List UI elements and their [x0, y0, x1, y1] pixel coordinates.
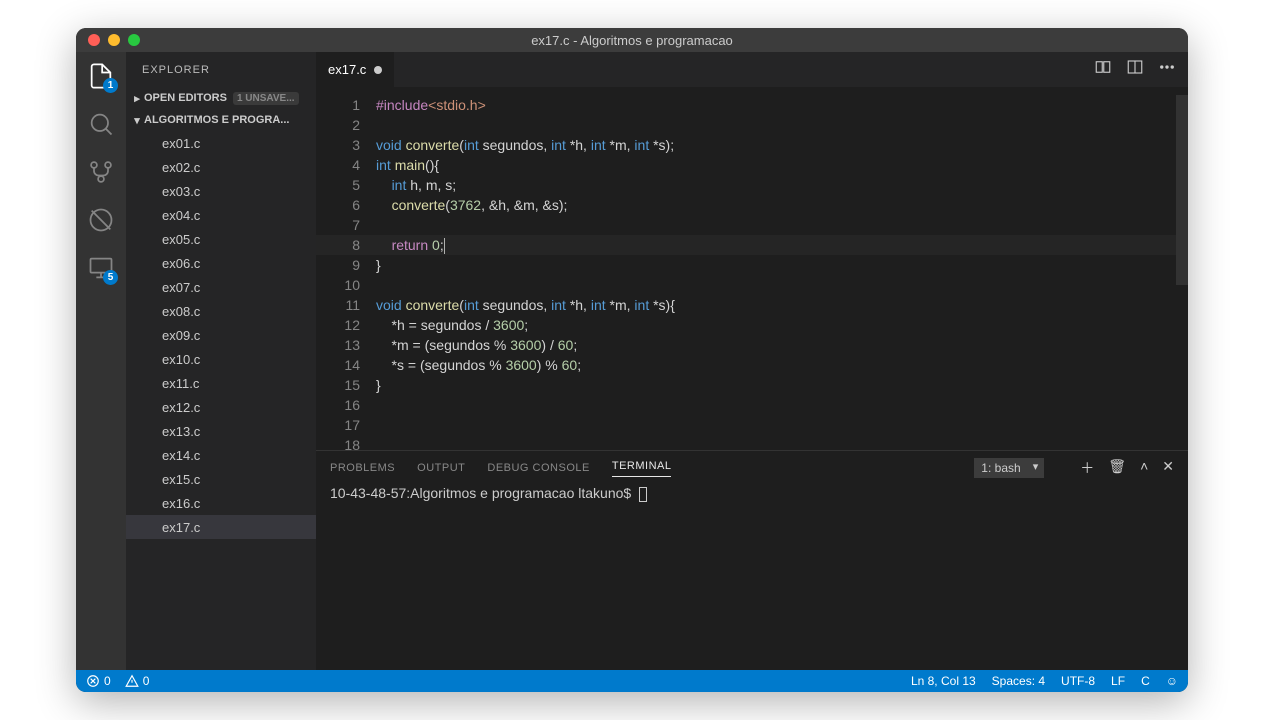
source-control-icon[interactable]: [87, 158, 115, 186]
status-bar: 0 0 Ln 8, Col 13 Spaces: 4 UTF-8 LF C ☺: [76, 670, 1188, 692]
file-item[interactable]: ex17.c: [126, 515, 316, 539]
tab-output[interactable]: OUTPUT: [417, 462, 465, 474]
open-editors-section[interactable]: ▸ OPEN EDITORS 1 UNSAVE...: [126, 87, 316, 109]
tab-debug-console[interactable]: DEBUG CONSOLE: [487, 462, 589, 474]
debug-icon[interactable]: [87, 206, 115, 234]
terminal-cursor: [639, 487, 647, 502]
tab-terminal[interactable]: TERMINAL: [612, 460, 672, 477]
remote-badge: 5: [103, 270, 118, 285]
kill-terminal-icon[interactable]: 🗑: [1108, 458, 1126, 478]
file-item[interactable]: ex16.c: [126, 491, 316, 515]
explorer-badge: 1: [103, 78, 118, 93]
panel-tabs: PROBLEMS OUTPUT DEBUG CONSOLE TERMINAL 1…: [316, 451, 1188, 485]
status-warnings[interactable]: 0: [125, 674, 150, 688]
file-item[interactable]: ex04.c: [126, 203, 316, 227]
file-item[interactable]: ex07.c: [126, 275, 316, 299]
file-item[interactable]: ex14.c: [126, 443, 316, 467]
line-gutter: 123456789101112131415161718: [316, 87, 376, 450]
chevron-down-icon: ▾: [130, 114, 144, 127]
file-item[interactable]: ex12.c: [126, 395, 316, 419]
file-item[interactable]: ex13.c: [126, 419, 316, 443]
status-encoding[interactable]: UTF-8: [1061, 674, 1095, 688]
compare-icon[interactable]: [1094, 58, 1112, 81]
tab-problems[interactable]: PROBLEMS: [330, 462, 395, 474]
status-language[interactable]: C: [1141, 674, 1150, 688]
search-icon[interactable]: [87, 110, 115, 138]
tab-ex17[interactable]: ex17.c: [316, 52, 394, 87]
file-item[interactable]: ex01.c: [126, 131, 316, 155]
file-item[interactable]: ex15.c: [126, 467, 316, 491]
explorer-sidebar: EXPLORER ▸ OPEN EDITORS 1 UNSAVE... ▾ AL…: [126, 52, 316, 670]
open-editors-label: OPEN EDITORS: [144, 92, 227, 104]
status-errors[interactable]: 0: [86, 674, 111, 688]
file-list: ex01.cex02.cex03.cex04.cex05.cex06.cex07…: [126, 131, 316, 539]
new-terminal-icon[interactable]: ＋: [1080, 458, 1094, 478]
unsaved-dot-icon: [374, 66, 382, 74]
split-editor-icon[interactable]: [1126, 58, 1144, 81]
current-line-highlight: [316, 235, 1176, 255]
file-item[interactable]: ex03.c: [126, 179, 316, 203]
editor-actions: [1094, 52, 1188, 87]
more-icon[interactable]: [1158, 58, 1176, 81]
feedback-icon[interactable]: ☺: [1166, 674, 1178, 688]
sidebar-title: EXPLORER: [126, 52, 316, 87]
close-panel-icon[interactable]: ✕: [1162, 458, 1174, 478]
maximize-panel-icon[interactable]: ˄: [1140, 458, 1148, 478]
file-item[interactable]: ex05.c: [126, 227, 316, 251]
file-item[interactable]: ex09.c: [126, 323, 316, 347]
scrollbar-thumb[interactable]: [1176, 95, 1188, 285]
vscode-window: ex17.c - Algoritmos e programacao 1 5: [76, 28, 1188, 692]
window-title: ex17.c - Algoritmos e programacao: [76, 33, 1188, 48]
terminal-selector[interactable]: 1: bash: [974, 458, 1044, 478]
file-item[interactable]: ex10.c: [126, 347, 316, 371]
folder-label: ALGORITMOS E PROGRA...: [144, 114, 289, 126]
unsaved-badge: 1 UNSAVE...: [233, 92, 299, 105]
status-spaces[interactable]: Spaces: 4: [992, 674, 1045, 688]
status-eol[interactable]: LF: [1111, 674, 1125, 688]
terminal-body[interactable]: 10-43-48-57:Algoritmos e programacao lta…: [316, 485, 1188, 670]
tab-label: ex17.c: [328, 62, 366, 77]
status-ln-col[interactable]: Ln 8, Col 13: [911, 674, 976, 688]
editor-tabs: ex17.c: [316, 52, 1188, 87]
file-item[interactable]: ex06.c: [126, 251, 316, 275]
activity-bar: 1 5: [76, 52, 126, 670]
explorer-icon[interactable]: 1: [87, 62, 115, 90]
file-item[interactable]: ex08.c: [126, 299, 316, 323]
terminal-prompt: 10-43-48-57:Algoritmos e programacao lta…: [330, 485, 635, 501]
file-item[interactable]: ex11.c: [126, 371, 316, 395]
editor-area: ex17.c 123456789101112131415161718 #incl…: [316, 52, 1188, 670]
code-editor[interactable]: 123456789101112131415161718 #include<std…: [316, 87, 1188, 450]
bottom-panel: PROBLEMS OUTPUT DEBUG CONSOLE TERMINAL 1…: [316, 450, 1188, 670]
remote-icon[interactable]: 5: [87, 254, 115, 282]
folder-section[interactable]: ▾ ALGORITMOS E PROGRA...: [126, 109, 316, 131]
titlebar: ex17.c - Algoritmos e programacao: [76, 28, 1188, 52]
chevron-right-icon: ▸: [130, 92, 144, 105]
file-item[interactable]: ex02.c: [126, 155, 316, 179]
code-lines: #include<stdio.h> void converte(int segu…: [376, 87, 1188, 450]
